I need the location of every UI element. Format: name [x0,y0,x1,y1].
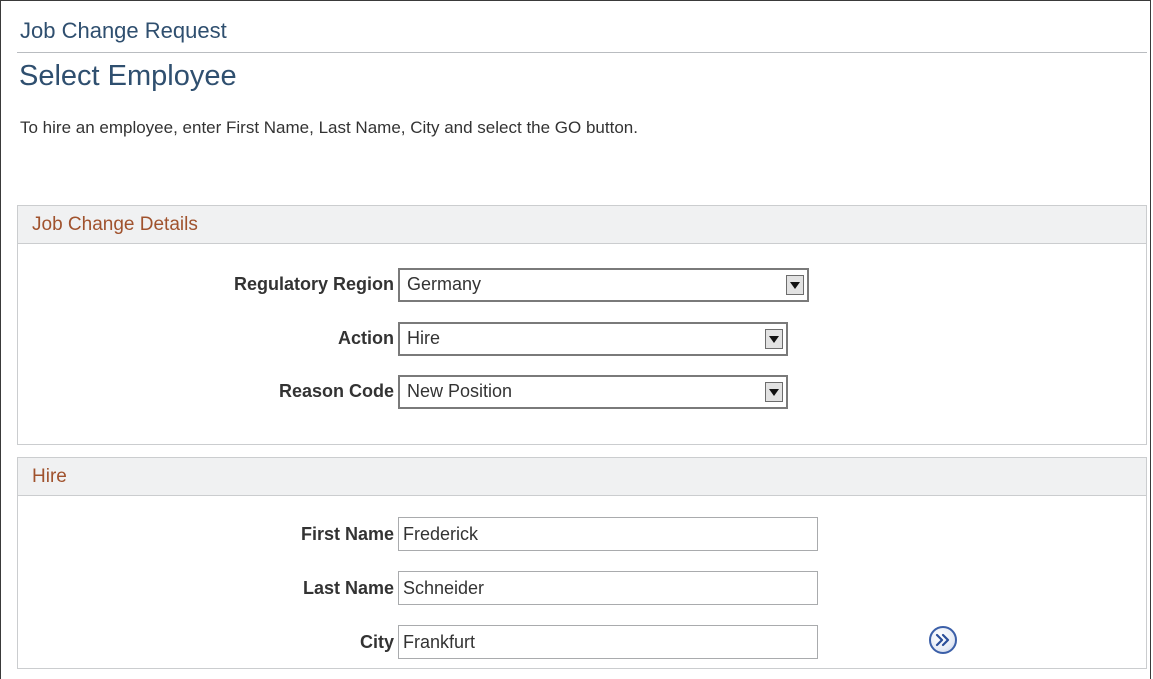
regulatory-region-select[interactable]: Germany [398,268,809,302]
double-chevron-right-icon [935,633,950,647]
reason-code-label: Reason Code [278,381,394,401]
action-label: Action [338,328,394,348]
job-change-details-header: Job Change Details [18,206,1146,244]
instructions-text: To hire an employee, enter First Name, L… [20,118,638,137]
city-field[interactable] [398,625,818,659]
hire-header: Hire [18,458,1146,496]
go-button[interactable] [929,626,957,654]
last-name-label: Last Name [302,578,394,598]
reason-code-value: New Position [407,381,513,401]
breadcrumb: Job Change Request [20,18,227,43]
reason-code-select[interactable]: New Position [398,375,788,409]
chevron-down-icon[interactable] [765,329,783,349]
action-select[interactable]: Hire [398,322,788,356]
chevron-down-icon[interactable] [786,275,804,295]
page-title: Select Employee [19,60,237,92]
breadcrumb-divider [17,52,1147,53]
last-name-field[interactable] [398,571,818,605]
regulatory-region-label: Regulatory Region [233,274,394,294]
first-name-label: First Name [300,524,394,544]
city-label: City [359,632,394,652]
first-name-field[interactable] [398,517,818,551]
chevron-down-icon[interactable] [765,382,783,402]
regulatory-region-value: Germany [407,274,482,294]
action-value: Hire [407,328,441,348]
